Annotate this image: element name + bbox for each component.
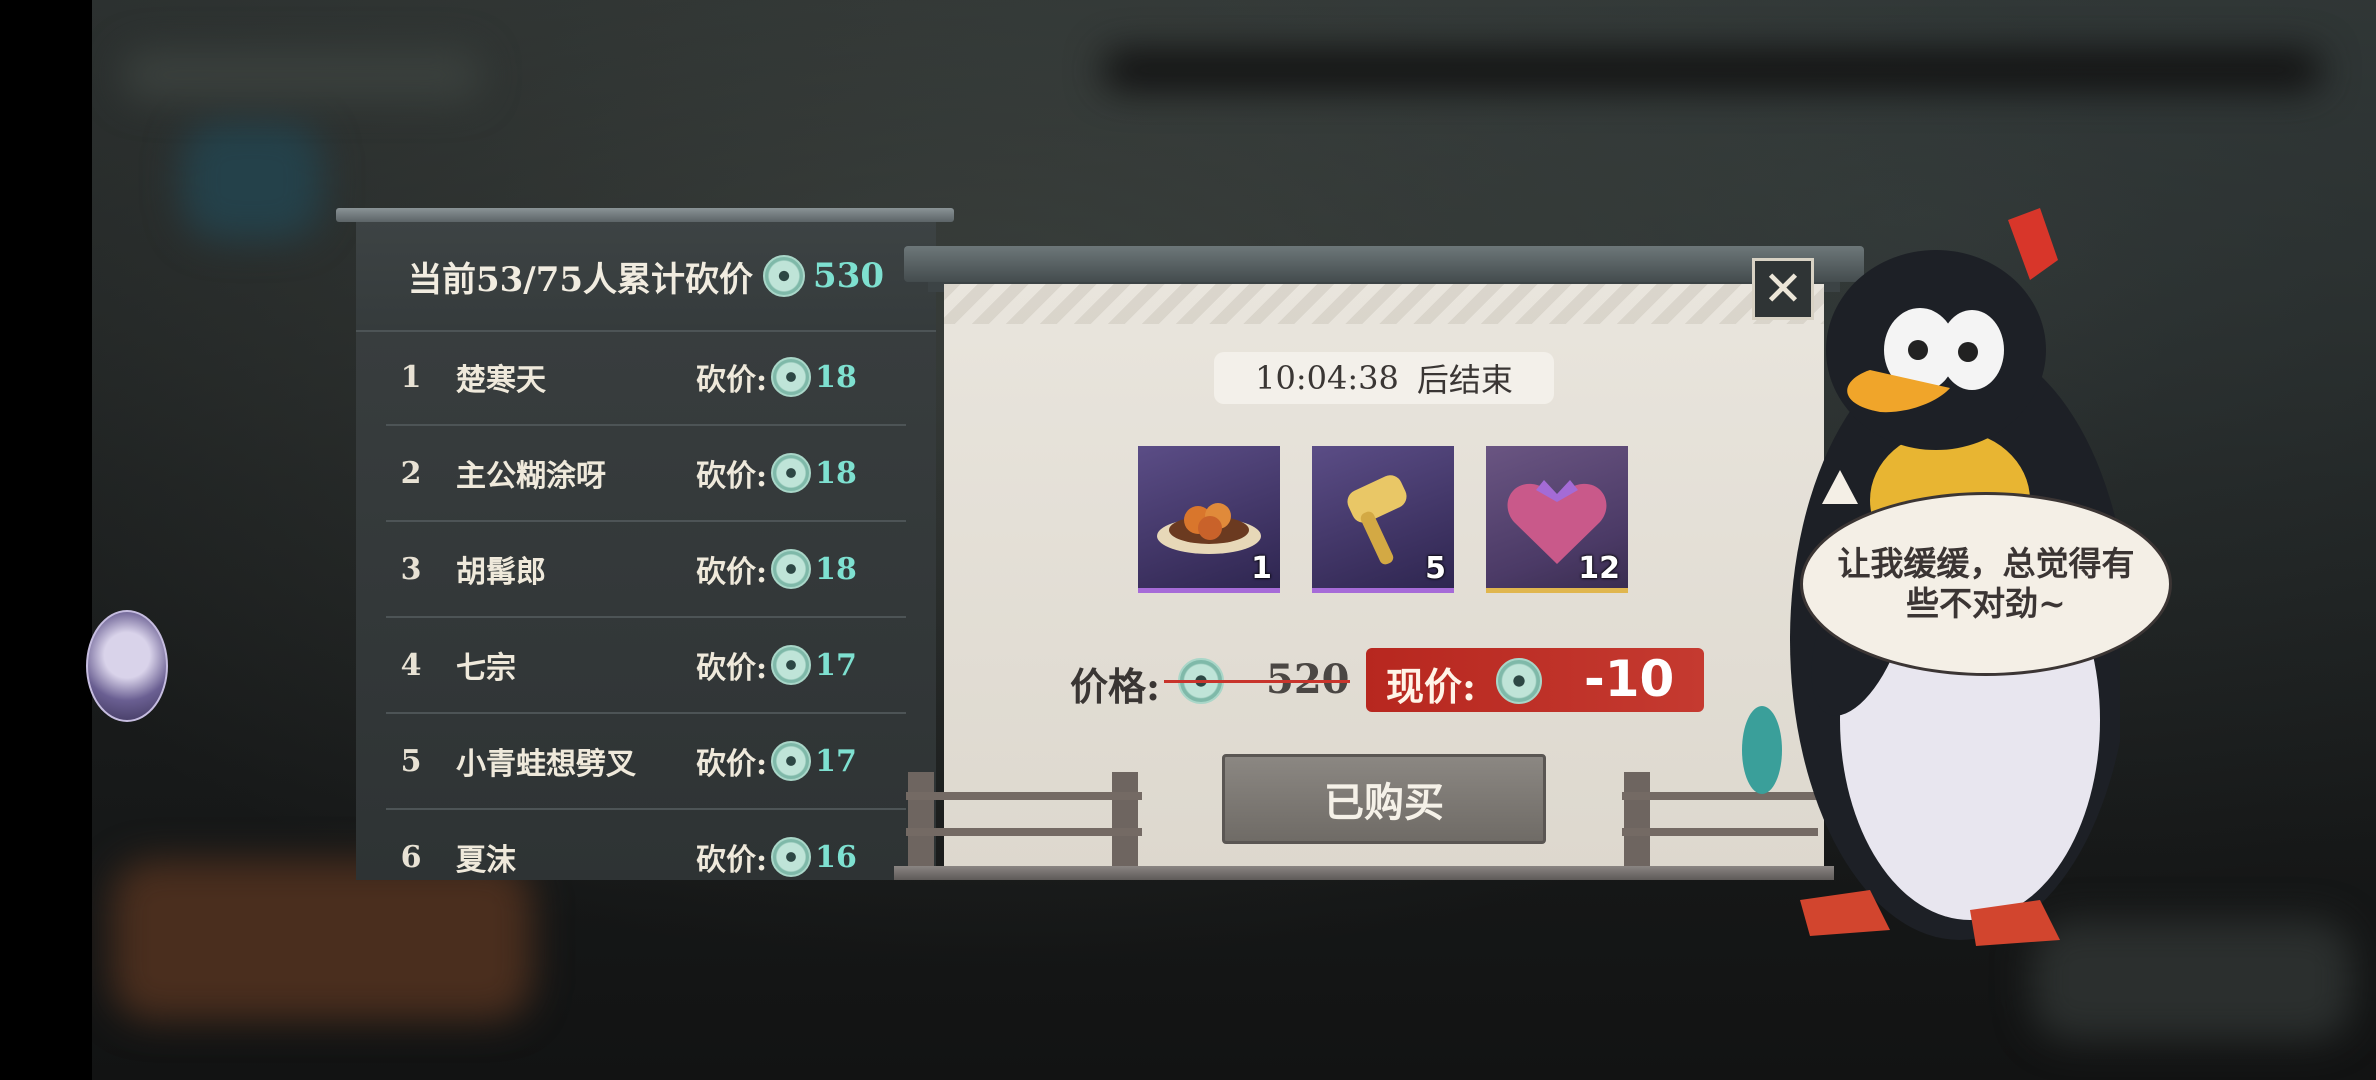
bargain-value: 18 bbox=[815, 359, 857, 395]
bargain-label: 砍价: bbox=[696, 363, 768, 398]
item-count: 5 bbox=[1425, 551, 1446, 586]
screen-edge bbox=[0, 0, 92, 1080]
reward-item[interactable]: 1 bbox=[1138, 446, 1280, 593]
blurred-button bbox=[112, 860, 532, 1020]
purchased-button[interactable]: 已购买 bbox=[1222, 754, 1546, 844]
shop-panel-roof bbox=[904, 246, 1864, 282]
player-name: 楚寒天 bbox=[456, 363, 546, 398]
ranking-panel-roof bbox=[336, 208, 954, 222]
rank-number: 3 bbox=[400, 551, 422, 587]
item-count: 1 bbox=[1251, 551, 1272, 586]
speech-bubble: 让我缓缓，总觉得有些不对劲~ bbox=[1800, 492, 2172, 676]
ranking-row: 3 胡髯郎 砍价: 18 bbox=[386, 522, 906, 618]
bargain-value: 18 bbox=[815, 455, 857, 491]
ranking-row: 6 夏沫 砍价: 16 bbox=[386, 810, 906, 880]
left-railing bbox=[906, 772, 1146, 872]
ranking-row: 5 小青蛙想劈叉 砍价: 17 bbox=[386, 714, 906, 810]
jade-coin-icon bbox=[771, 837, 812, 877]
jade-coin-icon bbox=[771, 645, 812, 685]
bargain-label: 砍价: bbox=[696, 843, 768, 878]
item-count: 12 bbox=[1578, 551, 1620, 586]
player-name: 夏沫 bbox=[456, 843, 516, 878]
jade-coin-icon bbox=[771, 549, 812, 589]
timer-suffix: 后结束 bbox=[1416, 361, 1513, 399]
purchased-button-label: 已购买 bbox=[1324, 779, 1444, 826]
jade-coin-icon bbox=[771, 357, 812, 397]
rank-number: 4 bbox=[400, 647, 422, 683]
player-name: 小青蛙想劈叉 bbox=[456, 747, 636, 782]
bargain-value: 18 bbox=[815, 551, 857, 587]
player-name: 七宗 bbox=[456, 651, 516, 686]
rank-number: 6 bbox=[400, 839, 422, 875]
bargain-value: 17 bbox=[815, 743, 857, 779]
rank-number: 2 bbox=[400, 455, 422, 491]
current-price-value: -10 bbox=[1584, 650, 1675, 708]
bargain-label: 砍价: bbox=[696, 459, 768, 494]
ranking-header-text: 当前53/75人累计砍价 bbox=[407, 259, 754, 300]
bargain-ranking-panel: 当前53/75人累计砍价 530 1 楚寒天 砍价: 18 2 主公糊涂呀 砍价… bbox=[356, 222, 936, 880]
timer-value: 10:04:38 bbox=[1255, 359, 1399, 397]
ranking-row: 4 七宗 砍价: 17 bbox=[386, 618, 906, 714]
jade-coin-icon bbox=[771, 741, 812, 781]
countdown-timer: 10:04:38 后结束 bbox=[1214, 352, 1554, 404]
blurred-topbar bbox=[1102, 50, 2322, 90]
strikethrough-line bbox=[1164, 680, 1350, 683]
speech-bubble-tail bbox=[1822, 470, 1858, 504]
ranking-total: 530 bbox=[813, 256, 885, 296]
ranking-row: 2 主公糊涂呀 砍价: 18 bbox=[386, 426, 906, 522]
blurred-title bbox=[122, 50, 482, 100]
price-row: 价格: 520 现价: -10 bbox=[1070, 648, 1710, 712]
bargain-label: 砍价: bbox=[696, 651, 768, 686]
jade-coin-icon bbox=[1496, 658, 1542, 704]
jade-coin-icon bbox=[771, 453, 812, 493]
rank-number: 5 bbox=[400, 743, 422, 779]
jade-coin-icon bbox=[763, 255, 806, 297]
reward-item[interactable]: 12 bbox=[1486, 446, 1628, 593]
bargain-value: 16 bbox=[815, 839, 857, 875]
player-name: 胡髯郎 bbox=[456, 555, 546, 590]
bargain-label: 砍价: bbox=[696, 747, 768, 782]
bargain-value: 17 bbox=[815, 647, 857, 683]
ranking-row: 1 楚寒天 砍价: 18 bbox=[386, 330, 906, 426]
player-avatar[interactable] bbox=[86, 610, 168, 722]
reward-item[interactable]: 5 bbox=[1312, 446, 1454, 593]
price-label: 价格: bbox=[1070, 664, 1161, 709]
ranking-header: 当前53/75人累计砍价 530 bbox=[356, 222, 936, 332]
speech-text: 让我缓缓，总觉得有些不对劲~ bbox=[1837, 544, 2135, 623]
current-price-label: 现价: bbox=[1386, 664, 1477, 709]
bargain-label: 砍价: bbox=[696, 555, 768, 590]
blurred-icon bbox=[182, 120, 322, 240]
decorative-pattern bbox=[944, 284, 1824, 324]
rank-number: 1 bbox=[400, 359, 422, 395]
current-price-box: 现价: -10 bbox=[1366, 648, 1704, 712]
player-name: 主公糊涂呀 bbox=[456, 459, 606, 494]
shop-floor bbox=[894, 866, 1834, 880]
